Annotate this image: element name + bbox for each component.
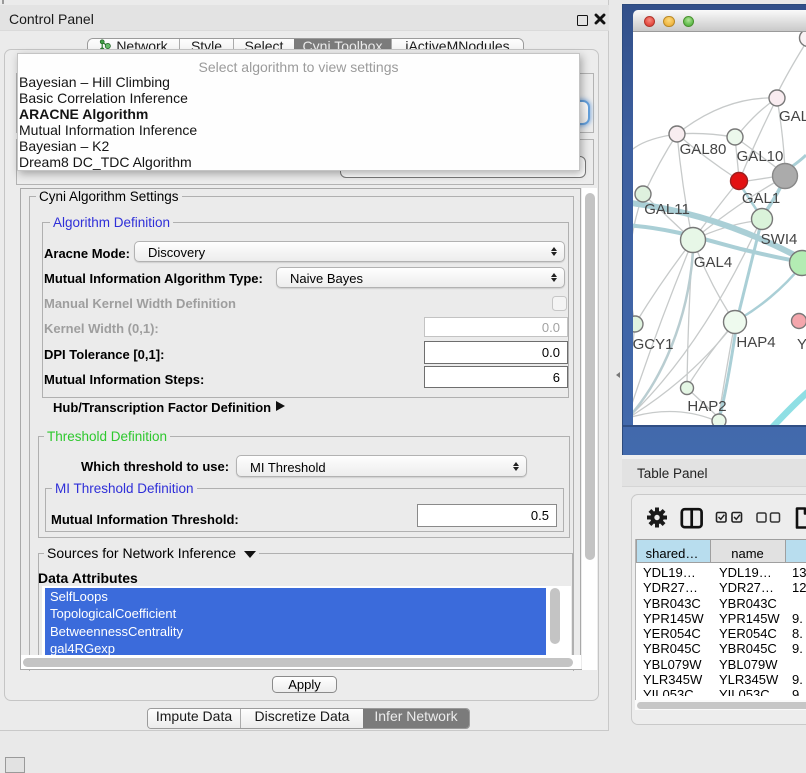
svg-text:GCY1: GCY1 (633, 336, 673, 353)
svg-text:GAL8: GAL8 (779, 108, 806, 125)
svg-text:HAP4: HAP4 (736, 334, 775, 351)
svg-text:HAP2: HAP2 (687, 398, 726, 415)
svg-text:GAL10: GAL10 (737, 148, 784, 165)
svg-text:SWI4: SWI4 (761, 231, 798, 248)
svg-text:GAL80: GAL80 (680, 141, 727, 158)
svg-text:Y: Y (797, 336, 806, 353)
svg-text:GAL11: GAL11 (644, 201, 690, 218)
svg-text:GAL4: GAL4 (694, 254, 732, 271)
svg-text:GAL1: GAL1 (742, 190, 780, 207)
